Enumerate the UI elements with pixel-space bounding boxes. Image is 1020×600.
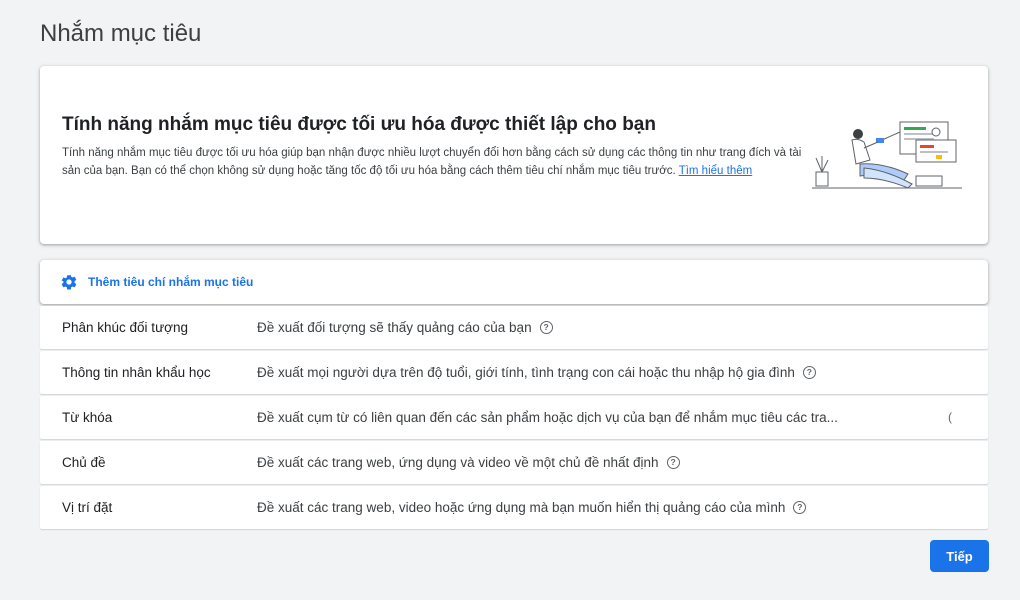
criteria-row-demographics[interactable]: Thông tin nhân khẩu học Đề xuất mọi ngườ…	[40, 351, 988, 394]
criteria-name: Phân khúc đối tượng	[62, 320, 188, 335]
next-button[interactable]: Tiếp	[930, 540, 989, 572]
help-circle-icon[interactable]: ?	[666, 456, 680, 469]
criteria-name: Từ khóa	[62, 410, 113, 425]
help-circle-icon[interactable]: ?	[802, 366, 816, 379]
criteria-description: Đề xuất mọi người dựa trên độ tuổi, giới…	[257, 365, 816, 380]
criteria-name: Vị trí đặt	[62, 500, 113, 515]
intro-text: Tính năng nhắm mục tiêu được tối ưu hóa …	[62, 114, 812, 180]
targeting-criteria-list: Phân khúc đối tượng Đề xuất đối tượng sẽ…	[40, 306, 988, 531]
criteria-row-topics[interactable]: Chủ đề Đề xuất các trang web, ứng dụng v…	[40, 441, 988, 484]
help-circle-icon[interactable]: ?	[793, 501, 807, 514]
page-title: Nhắm mục tiêu	[40, 20, 202, 47]
intro-heading: Tính năng nhắm mục tiêu được tối ưu hóa …	[62, 114, 656, 135]
criteria-name: Chủ đề	[62, 455, 106, 470]
criteria-row-keywords[interactable]: Từ khóa Đề xuất cụm từ có liên quan đến …	[40, 396, 988, 439]
targeting-criteria-header: Thêm tiêu chí nhắm mục tiêu	[40, 260, 988, 304]
learn-more-link[interactable]: Tìm hiểu thêm	[679, 165, 753, 177]
help-circle-icon[interactable]: ?	[539, 321, 553, 334]
criteria-description: Đề xuất các trang web, video hoặc ứng dụ…	[257, 500, 807, 515]
gear-icon	[61, 274, 77, 290]
criteria-description: Đề xuất đối tượng sẽ thấy quảng cáo của …	[257, 320, 553, 335]
criteria-row-placements[interactable]: Vị trí đặt Đề xuất các trang web, video …	[40, 486, 988, 529]
person-with-laptop-illustration	[812, 121, 962, 189]
criteria-name: Thông tin nhân khẩu học	[62, 365, 211, 380]
intro-description: Tính năng nhắm mục tiêu được tối ưu hóa …	[62, 144, 812, 180]
criteria-row-audience-segments[interactable]: Phân khúc đối tượng Đề xuất đối tượng sẽ…	[40, 306, 988, 349]
help-circle-icon[interactable]: (	[948, 411, 952, 423]
add-targeting-criteria-button[interactable]: Thêm tiêu chí nhắm mục tiêu	[60, 273, 253, 291]
criteria-description: Đề xuất cụm từ có liên quan đến các sản …	[257, 410, 838, 425]
add-targeting-criteria-label: Thêm tiêu chí nhắm mục tiêu	[88, 275, 254, 289]
criteria-description: Đề xuất các trang web, ứng dụng và video…	[257, 455, 680, 470]
optimized-targeting-card: Tính năng nhắm mục tiêu được tối ưu hóa …	[40, 66, 988, 244]
